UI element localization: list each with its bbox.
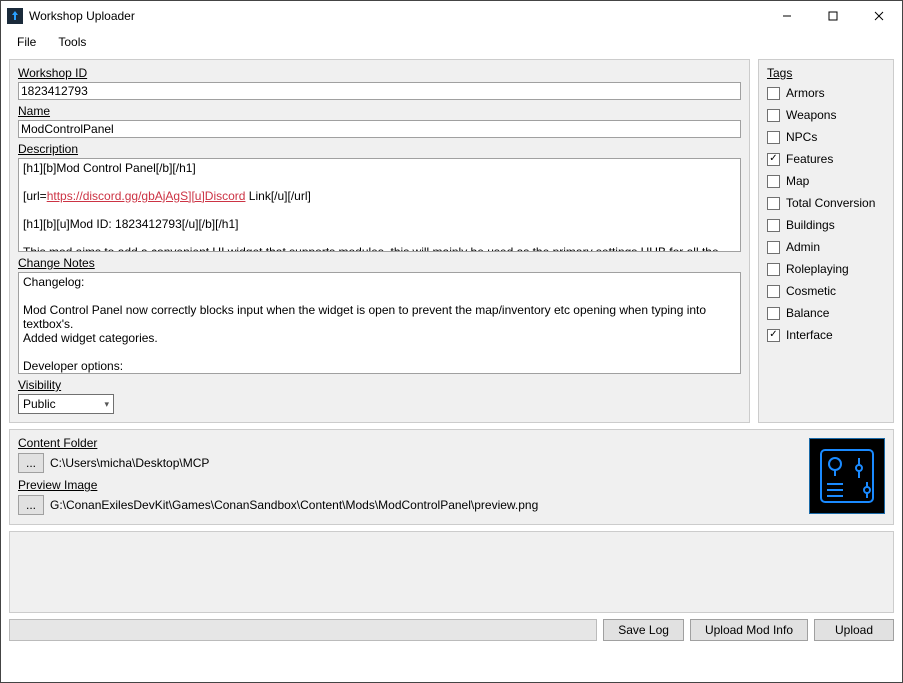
workshop-id-label: Workshop ID [18, 66, 741, 80]
maximize-button[interactable] [810, 1, 856, 31]
tag-label: Cosmetic [786, 284, 836, 298]
tag-checkbox-map[interactable] [767, 175, 780, 188]
tag-checkbox-cosmetic[interactable] [767, 285, 780, 298]
tag-row-cosmetic: Cosmetic [767, 280, 885, 302]
bottom-actions: Save Log Upload Mod Info Upload [9, 619, 894, 641]
tag-label: Total Conversion [786, 196, 875, 210]
tag-label: Armors [786, 86, 825, 100]
titlebar: Workshop Uploader [1, 1, 902, 31]
workshop-id-input[interactable]: 1823412793 [18, 82, 741, 100]
tag-label: Buildings [786, 218, 835, 232]
upload-mod-info-button[interactable]: Upload Mod Info [690, 619, 808, 641]
description-textarea[interactable]: [h1][b]Mod Control Panel[/b][/h1] [url=h… [18, 158, 741, 252]
name-input[interactable]: ModControlPanel [18, 120, 741, 138]
tag-row-admin: Admin [767, 236, 885, 258]
tag-label: Map [786, 174, 809, 188]
preview-thumbnail [809, 438, 885, 514]
name-label: Name [18, 104, 741, 118]
minimize-button[interactable] [764, 1, 810, 31]
tag-row-balance: Balance [767, 302, 885, 324]
menu-file[interactable]: File [7, 33, 46, 51]
app-icon [7, 8, 23, 24]
tag-row-npcs: NPCs [767, 126, 885, 148]
preview-image-path: G:\ConanExilesDevKit\Games\ConanSandbox\… [50, 498, 538, 512]
tag-row-buildings: Buildings [767, 214, 885, 236]
window-controls [764, 1, 902, 31]
tag-checkbox-armors[interactable] [767, 87, 780, 100]
change-notes-label: Change Notes [18, 256, 741, 270]
tag-checkbox-npcs[interactable] [767, 131, 780, 144]
tag-label: Weapons [786, 108, 836, 122]
tag-checkbox-total-conversion[interactable] [767, 197, 780, 210]
tag-row-roleplaying: Roleplaying [767, 258, 885, 280]
discord-link[interactable]: https://discord.gg/gbAjAgS][u]Discord [47, 189, 246, 203]
tag-checkbox-balance[interactable] [767, 307, 780, 320]
paths-panel: Content Folder ... C:\Users\micha\Deskto… [9, 429, 894, 525]
details-panel: Workshop ID 1823412793 Name ModControlPa… [9, 59, 750, 423]
tag-checkbox-buildings[interactable] [767, 219, 780, 232]
visibility-label: Visibility [18, 378, 741, 392]
tags-panel: Tags Armors Weapons NPCs ✓ Features Map Total … [758, 59, 894, 423]
progress-bar [9, 619, 597, 641]
content-folder-path: C:\Users\micha\Desktop\MCP [50, 456, 209, 470]
menubar: File Tools [1, 31, 902, 53]
log-panel [9, 531, 894, 613]
tag-checkbox-roleplaying[interactable] [767, 263, 780, 276]
tag-checkbox-interface[interactable]: ✓ [767, 329, 780, 342]
tag-label: Features [786, 152, 833, 166]
tag-label: Balance [786, 306, 829, 320]
tag-checkbox-features[interactable]: ✓ [767, 153, 780, 166]
tag-label: Admin [786, 240, 820, 254]
tag-checkbox-admin[interactable] [767, 241, 780, 254]
tag-row-total-conversion: Total Conversion [767, 192, 885, 214]
change-notes-textarea[interactable]: Changelog: Mod Control Panel now correct… [18, 272, 741, 374]
visibility-dropdown[interactable]: Public ▾ [18, 394, 114, 414]
window-title: Workshop Uploader [29, 9, 135, 23]
content-folder-label: Content Folder [18, 436, 801, 450]
tags-label: Tags [767, 66, 885, 80]
save-log-button[interactable]: Save Log [603, 619, 684, 641]
description-label: Description [18, 142, 741, 156]
tag-row-features: ✓ Features [767, 148, 885, 170]
tag-row-map: Map [767, 170, 885, 192]
tag-row-interface: ✓ Interface [767, 324, 885, 346]
close-button[interactable] [856, 1, 902, 31]
tag-label: Roleplaying [786, 262, 849, 276]
tag-checkbox-weapons[interactable] [767, 109, 780, 122]
tag-row-armors: Armors [767, 82, 885, 104]
content-folder-browse-button[interactable]: ... [18, 453, 44, 473]
upload-button[interactable]: Upload [814, 619, 894, 641]
preview-image-browse-button[interactable]: ... [18, 495, 44, 515]
tag-label: NPCs [786, 130, 817, 144]
menu-tools[interactable]: Tools [48, 33, 96, 51]
chevron-down-icon: ▾ [104, 399, 109, 410]
tag-row-weapons: Weapons [767, 104, 885, 126]
preview-image-label: Preview Image [18, 478, 801, 492]
tag-label: Interface [786, 328, 833, 342]
